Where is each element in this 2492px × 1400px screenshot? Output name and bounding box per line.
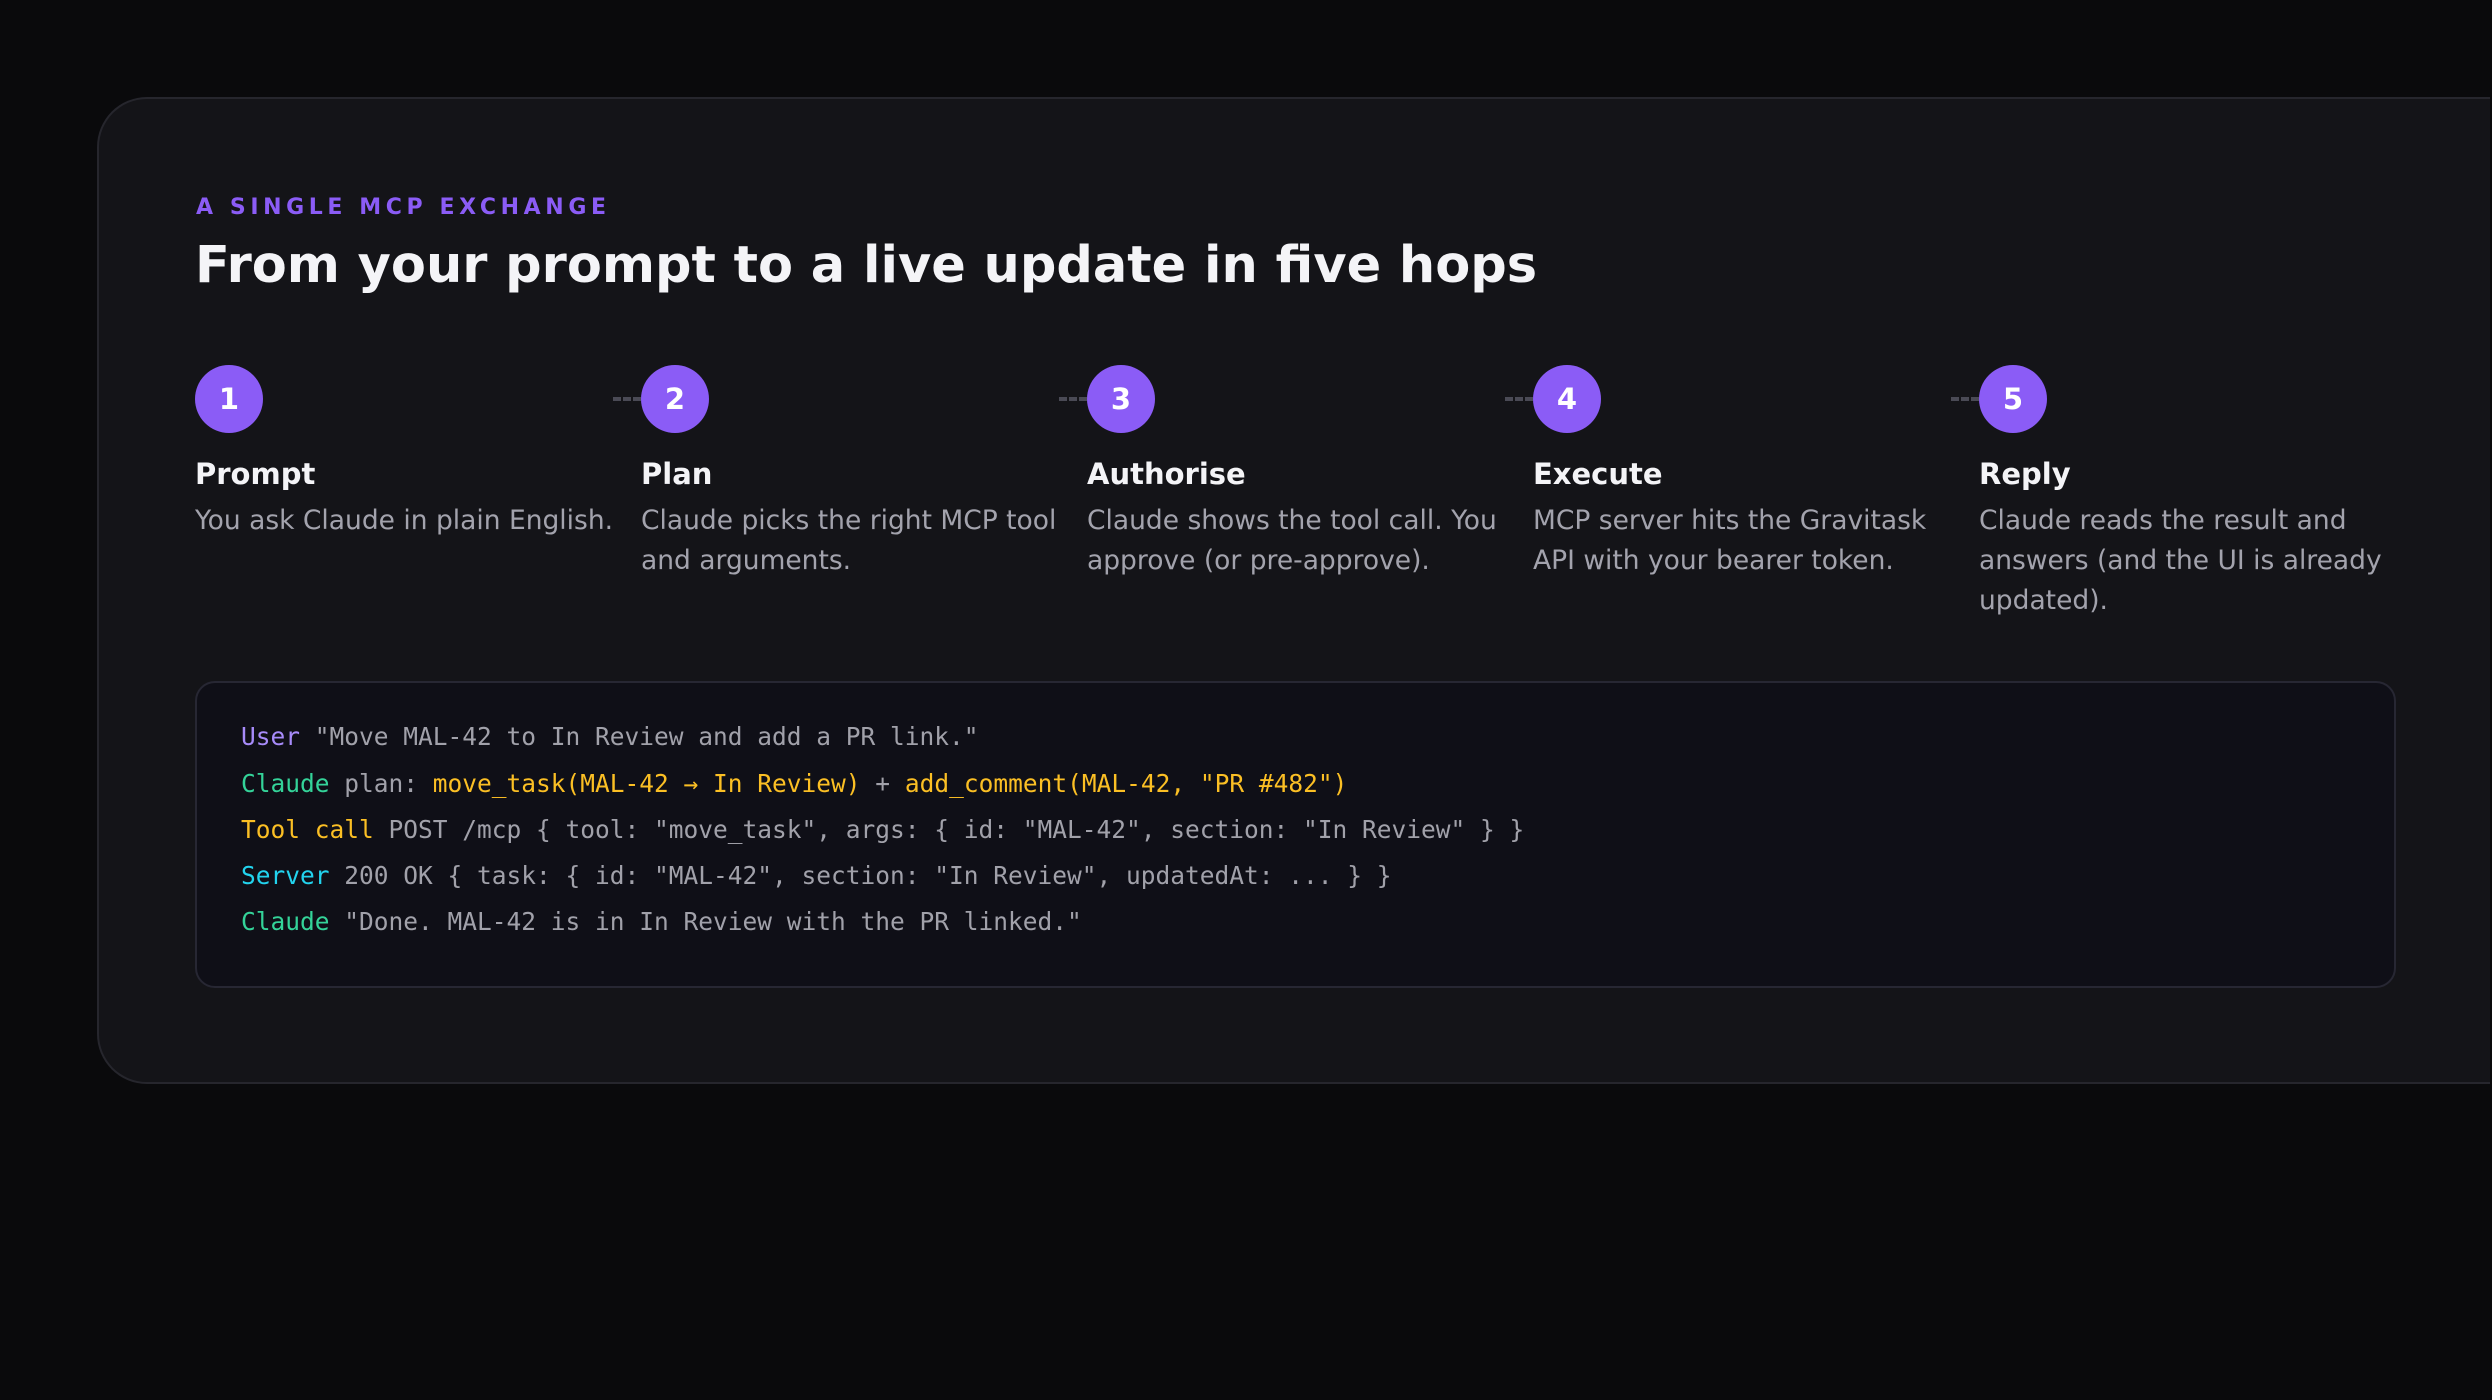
step-description: MCP server hits the Gravitask API with y… bbox=[1533, 505, 1927, 576]
step-connector bbox=[613, 397, 641, 401]
transcript-line: Tool call POST /mcp { tool: "move_task",… bbox=[241, 815, 1524, 844]
step-connector bbox=[1059, 397, 1087, 401]
step-title: Execute bbox=[1533, 457, 1663, 491]
transcript-code-block: User "Move MAL-42 to In Review and add a… bbox=[195, 681, 2396, 988]
step-number-badge: 1 bbox=[195, 365, 263, 433]
transcript-text: plan: bbox=[329, 769, 433, 798]
transcript-text: 200 OK { task: { id: "MAL-42", section: … bbox=[329, 861, 1392, 890]
page-title: From your prompt to a live update in fiv… bbox=[195, 236, 1538, 295]
transcript-text: POST /mcp { tool: "move_task", args: { i… bbox=[373, 815, 1525, 844]
step-title: Authorise bbox=[1087, 457, 1246, 491]
step-connector bbox=[1951, 397, 1979, 401]
step-title: Reply bbox=[1979, 457, 2071, 491]
transcript-text: "Move MAL-42 to In Review and add a PR l… bbox=[300, 722, 979, 751]
transcript-line: User "Move MAL-42 to In Review and add a… bbox=[241, 722, 979, 751]
section-eyebrow: A SINGLE MCP EXCHANGE bbox=[196, 195, 611, 220]
step-description: Claude picks the right MCP tool and argu… bbox=[641, 505, 1057, 576]
step-title: Prompt bbox=[195, 457, 316, 491]
transcript-role: Tool call bbox=[241, 815, 374, 844]
transcript-role: Claude bbox=[241, 907, 330, 936]
step-number-badge: 2 bbox=[641, 365, 709, 433]
transcript-line: Claude "Done. MAL-42 is in In Review wit… bbox=[241, 907, 1082, 936]
step-description: You ask Claude in plain English. bbox=[195, 505, 614, 536]
transcript-role: Server bbox=[241, 861, 330, 890]
step-connector bbox=[1505, 397, 1533, 401]
step-number-badge: 3 bbox=[1087, 365, 1155, 433]
step-number-badge: 4 bbox=[1533, 365, 1601, 433]
step-description: Claude reads the result and answers (and… bbox=[1979, 505, 2382, 616]
step-description: Claude shows the tool call. You approve … bbox=[1087, 505, 1497, 576]
transcript-role: User bbox=[241, 722, 301, 751]
transcript-tool-call: move_task(MAL-42 → In Review) bbox=[432, 769, 861, 798]
transcript-text: + bbox=[860, 769, 905, 798]
transcript-text: "Done. MAL-42 is in In Review with the P… bbox=[329, 907, 1082, 936]
step-number-badge: 5 bbox=[1979, 365, 2047, 433]
transcript-tool-call: add_comment(MAL-42, "PR #482") bbox=[904, 769, 1348, 798]
step-title: Plan bbox=[641, 457, 713, 491]
mcp-exchange-card: A SINGLE MCP EXCHANGE From your prompt t… bbox=[97, 97, 2490, 1084]
transcript-line: Server 200 OK { task: { id: "MAL-42", se… bbox=[241, 861, 1392, 890]
transcript-line: Claude plan: move_task(MAL-42 → In Revie… bbox=[241, 769, 1347, 798]
transcript-role: Claude bbox=[241, 769, 330, 798]
